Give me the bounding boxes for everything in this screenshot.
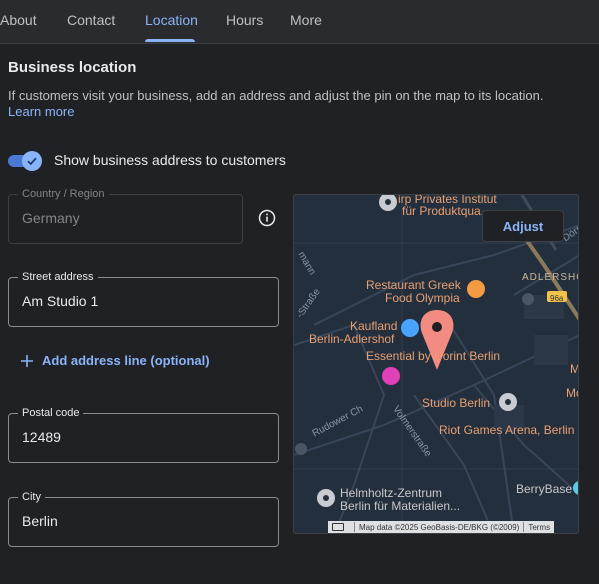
map-label-studio: Studio Berlin: [422, 396, 491, 410]
map-label-adlershof: ADLERSHOF: [522, 272, 578, 283]
country-field: Country / Region Germany: [8, 188, 243, 244]
check-icon: [27, 157, 37, 166]
postal-code-value: 12489: [22, 429, 61, 445]
tab-hours[interactable]: Hours: [226, 12, 263, 28]
country-field-label: Country / Region: [18, 188, 109, 200]
section-description: If customers visit your business, add an…: [8, 88, 544, 103]
map-label-edge-mo: Mo: [566, 386, 578, 400]
location-map[interactable]: irp Privates Institut für Produktqua... …: [293, 194, 579, 534]
show-address-toggle[interactable]: [8, 151, 42, 171]
toggle-label: Show business address to customers: [54, 152, 286, 168]
adjust-pin-button[interactable]: Adjust: [482, 210, 564, 242]
postal-code-field[interactable]: Postal code 12489: [8, 407, 279, 463]
tab-more[interactable]: More: [290, 12, 322, 28]
map-label-berrybase: BerryBase: [516, 482, 573, 496]
street-address-label: Street address: [18, 271, 98, 283]
map-label-edge-m: M: [570, 362, 579, 376]
info-icon[interactable]: [258, 209, 276, 227]
postal-code-label: Postal code: [18, 407, 84, 419]
map-label-institut-2: für Produktqua...: [402, 204, 491, 218]
map-label-riot: Riot Games Arena, Berlin: [439, 423, 575, 437]
map-label-restaurant-2: Food Olympia: [385, 291, 460, 305]
separator: [354, 522, 355, 532]
map-label-helmholtz-2: Berlin für Materialien...: [340, 499, 461, 513]
street-address-field[interactable]: Street address Am Studio 1: [8, 271, 279, 327]
map-attribution-bar: Map data ©2025 GeoBasis-DE/BKG (©2009) T…: [328, 521, 555, 533]
keyboard-icon[interactable]: [332, 523, 344, 531]
toggle-thumb: [22, 151, 42, 171]
tab-about[interactable]: About: [0, 12, 37, 28]
separator: [523, 522, 525, 532]
section-title: Business location: [8, 59, 137, 76]
city-field[interactable]: City Berlin: [8, 491, 279, 547]
map-label-essential: Essential by Dorint Berlin: [366, 349, 501, 363]
city-value: Berlin: [22, 513, 58, 529]
plus-icon: [21, 354, 33, 367]
active-tab-indicator: [145, 39, 195, 42]
add-address-line-button[interactable]: Add address line (optional): [20, 353, 210, 368]
map-label-96a: 96a: [550, 294, 564, 303]
add-address-line-label: Add address line (optional): [42, 353, 210, 368]
tab-location[interactable]: Location: [145, 12, 198, 28]
city-label: City: [18, 491, 45, 503]
map-terms-link[interactable]: Terms: [528, 523, 550, 532]
map-attribution: Map data ©2025 GeoBasis-DE/BKG (©2009): [359, 522, 520, 532]
map-label-kaufland-2: Berlin-Adlershof: [309, 332, 395, 346]
learn-more-link[interactable]: Learn more: [8, 104, 74, 119]
tab-bar: About Contact Location Hours More: [0, 0, 599, 44]
country-field-value: Germany: [22, 210, 80, 226]
tab-contact[interactable]: Contact: [67, 12, 115, 28]
street-address-value: Am Studio 1: [22, 293, 99, 309]
